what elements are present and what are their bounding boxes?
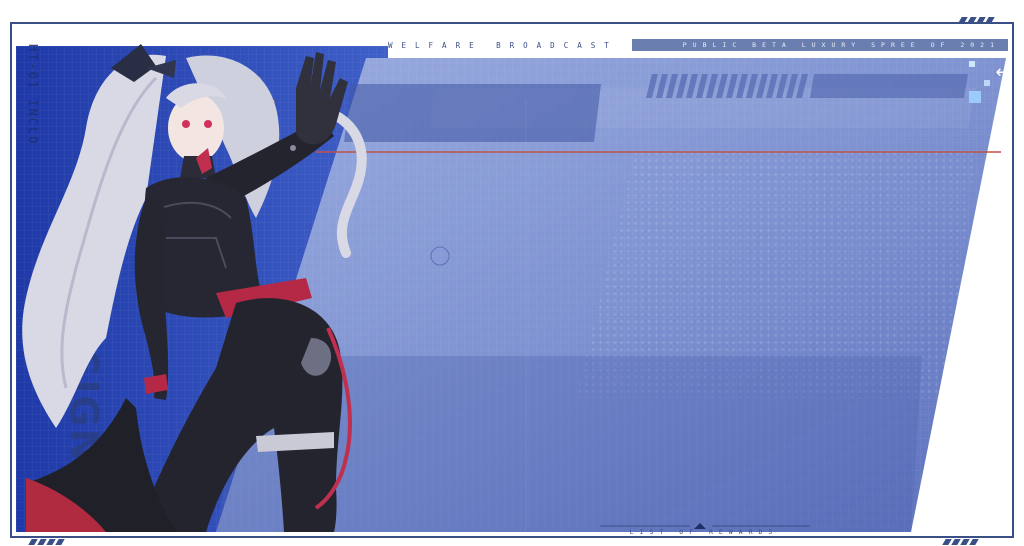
corner-stripes-top-right bbox=[958, 17, 995, 23]
back-button[interactable]: ← bbox=[990, 62, 1016, 84]
welfare-broadcast-screen: HT-01 INCLO SIGN L AU bbox=[0, 0, 1024, 546]
header-left-title: WELFARE BROADCAST bbox=[388, 39, 618, 51]
list-of-rewards-label: LIST OF REWARDS bbox=[629, 528, 779, 536]
arrow-left-icon: ← bbox=[995, 62, 1011, 83]
corner-stripes-bottom-left bbox=[28, 539, 65, 545]
footer-tab-marker bbox=[600, 523, 810, 529]
event-subtitle: PUBLIC BETA LUXURY SPREE OF 2021 bbox=[682, 41, 1000, 49]
corner-stripes-bottom-right bbox=[942, 539, 979, 545]
character-illustration bbox=[22, 44, 367, 532]
welfare-broadcast-title: WELFARE BROADCAST bbox=[388, 40, 618, 50]
header-right-banner: PUBLIC BETA LUXURY SPREE OF 2021 bbox=[632, 39, 1008, 51]
